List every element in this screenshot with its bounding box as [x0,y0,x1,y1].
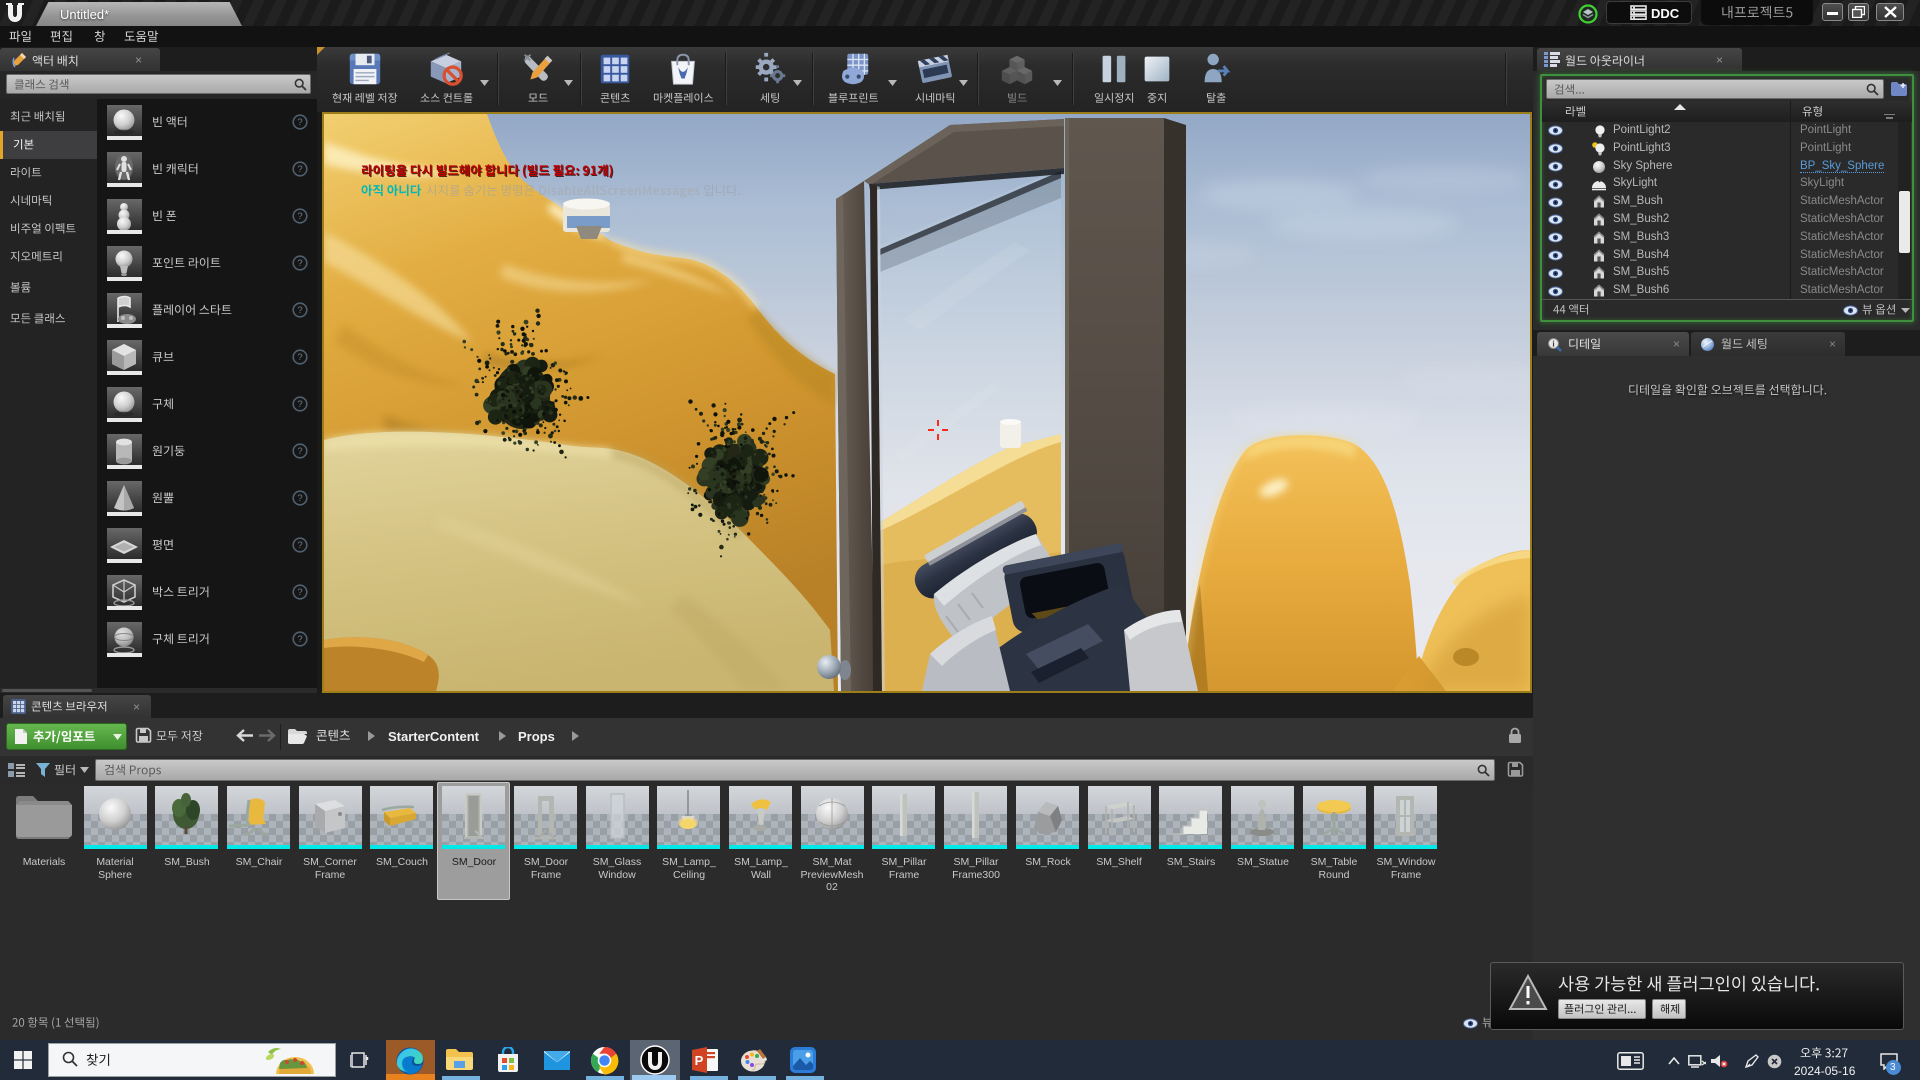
svg-text:?: ? [297,587,302,598]
svg-text:?: ? [297,352,302,363]
svg-text:?: ? [297,117,302,128]
svg-text:P: P [695,1053,704,1068]
svg-text:?: ? [297,211,302,222]
svg-text:?: ? [297,164,302,175]
svg-text:?: ? [297,446,302,457]
svg-text:?: ? [297,540,302,551]
svg-text:u: u [680,71,685,81]
svg-text:?: ? [297,634,302,645]
svg-text:?: ? [297,305,302,316]
svg-text:?: ? [297,399,302,410]
svg-text:?: ? [297,258,302,269]
svg-text:?: ? [297,493,302,504]
